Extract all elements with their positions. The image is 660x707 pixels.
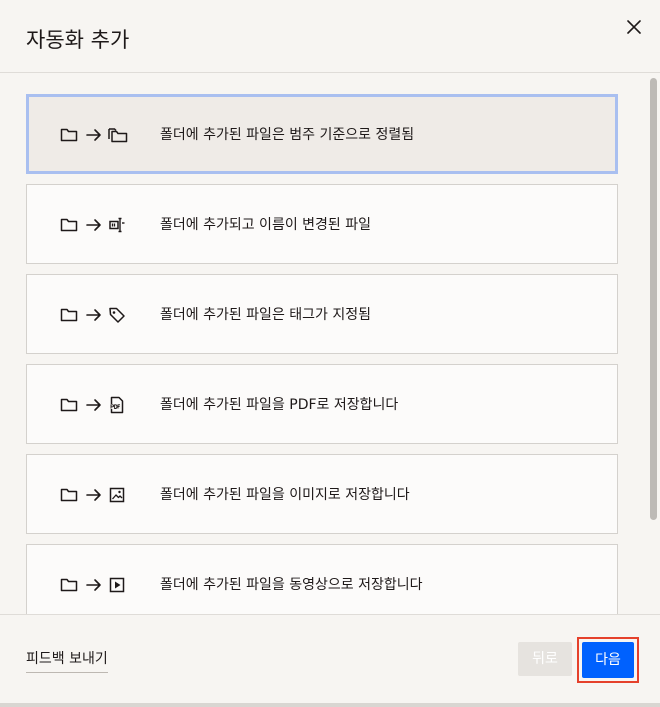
close-icon xyxy=(627,20,641,34)
folder-sort-icon xyxy=(108,128,128,143)
option-label: 폴더에 추가된 파일은 범주 기준으로 정렬됨 xyxy=(160,127,415,143)
option-label: 폴더에 추가된 파일을 동영상으로 저장합니다 xyxy=(160,577,423,593)
folder-icon xyxy=(60,308,78,322)
arrow-right-icon xyxy=(86,399,101,411)
option-rename-files[interactable]: 폴더에 추가되고 이름이 변경된 파일 xyxy=(26,184,618,264)
option-icons xyxy=(59,575,127,595)
folder-icon xyxy=(60,578,78,592)
pdf-file-icon xyxy=(110,396,124,414)
option-icons xyxy=(59,485,127,505)
folder-icon xyxy=(60,488,78,502)
rename-icon xyxy=(109,217,125,233)
folder-icon xyxy=(60,128,78,142)
dialog-title: 자동화 추가 xyxy=(26,28,130,52)
dialog-footer: 피드백 보내기 뒤로 다음 xyxy=(0,614,660,707)
option-icons xyxy=(59,395,127,415)
tag-icon xyxy=(109,307,125,323)
option-icons xyxy=(59,125,129,145)
folder-icon xyxy=(60,218,78,232)
arrow-right-icon xyxy=(86,309,101,321)
option-save-as-video[interactable]: 폴더에 추가된 파일을 동영상으로 저장합니다 xyxy=(26,544,618,614)
option-save-as-image[interactable]: 폴더에 추가된 파일을 이미지로 저장합니다 xyxy=(26,454,618,534)
option-tag-files[interactable]: 폴더에 추가된 파일은 태그가 지정됨 xyxy=(26,274,618,354)
back-button[interactable]: 뒤로 xyxy=(518,642,572,676)
arrow-right-icon xyxy=(86,489,101,501)
option-icons xyxy=(59,305,127,325)
add-automation-dialog: 자동화 추가 폴더에 추가된 파일은 범주 기준으로 정렬됨 폴더에 추가되고 … xyxy=(0,0,660,707)
arrow-right-icon xyxy=(86,129,101,141)
arrow-right-icon xyxy=(86,579,101,591)
next-button[interactable]: 다음 xyxy=(582,642,634,678)
option-label: 폴더에 추가된 파일을 PDF로 저장합니다 xyxy=(160,397,399,413)
option-label: 폴더에 추가된 파일을 이미지로 저장합니다 xyxy=(160,487,410,503)
video-file-icon xyxy=(109,577,125,593)
image-file-icon xyxy=(109,487,125,503)
option-label: 폴더에 추가된 파일은 태그가 지정됨 xyxy=(160,307,371,323)
option-label: 폴더에 추가되고 이름이 변경된 파일 xyxy=(160,217,371,233)
window-bottom-edge xyxy=(0,703,660,707)
option-sort-by-category[interactable]: 폴더에 추가된 파일은 범주 기준으로 정렬됨 xyxy=(26,94,618,174)
send-feedback-link[interactable]: 피드백 보내기 xyxy=(26,649,108,673)
option-icons xyxy=(59,215,127,235)
automation-option-list[interactable]: 폴더에 추가된 파일은 범주 기준으로 정렬됨 폴더에 추가되고 이름이 변경된… xyxy=(0,74,660,614)
folder-icon xyxy=(60,398,78,412)
dialog-header: 자동화 추가 xyxy=(0,0,660,73)
close-button[interactable] xyxy=(620,13,648,41)
list-scrollbar[interactable] xyxy=(650,78,657,520)
arrow-right-icon xyxy=(86,219,101,231)
option-save-as-pdf[interactable]: 폴더에 추가된 파일을 PDF로 저장합니다 xyxy=(26,364,618,444)
